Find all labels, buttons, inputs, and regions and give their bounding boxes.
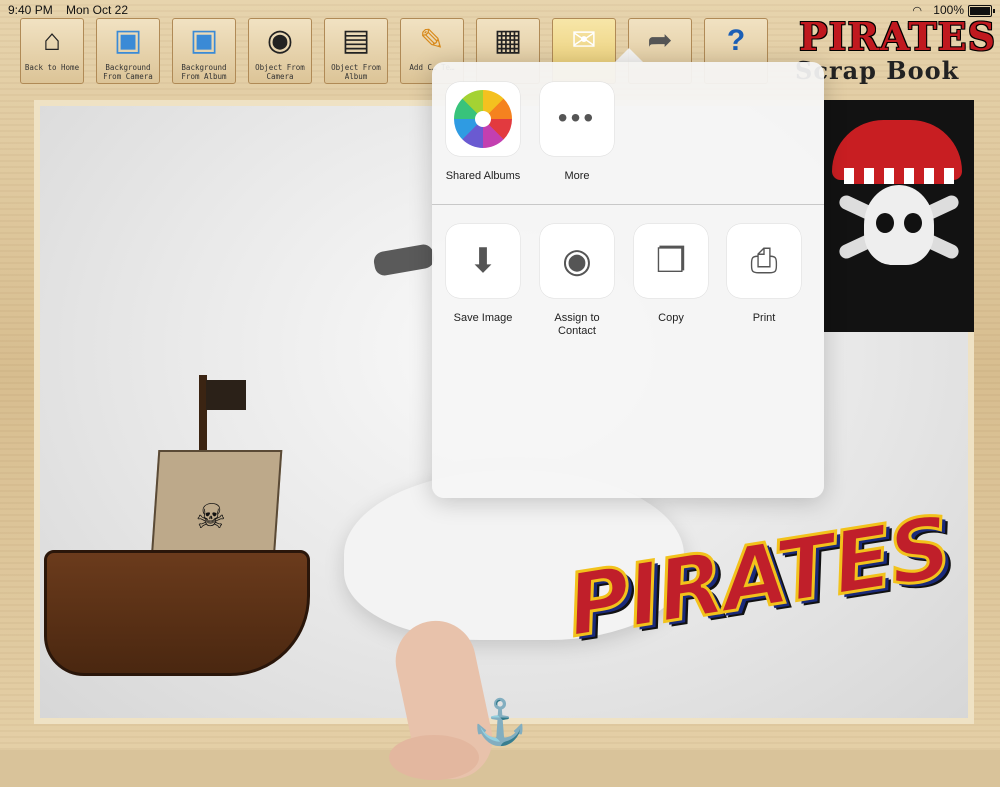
share-sheet: Shared Albums ••• More ⬇ Save Image ◉ As… bbox=[432, 62, 824, 498]
status-date: Mon Oct 22 bbox=[66, 3, 129, 17]
help-book-icon: ? bbox=[726, 24, 746, 57]
status-time: 9:40 PM bbox=[8, 3, 53, 17]
action-label: Copy bbox=[658, 312, 684, 324]
copy-icon: ❐ bbox=[634, 224, 708, 298]
action-label: Print bbox=[752, 312, 776, 324]
back-to-home-button[interactable]: ⌂ Back to Home bbox=[20, 18, 84, 84]
object-from-camera-button[interactable]: ◉ Object From Camera bbox=[248, 18, 312, 84]
action-label: Save Image bbox=[453, 312, 513, 324]
object-from-album-button[interactable]: ▤ Object From Album bbox=[324, 18, 388, 84]
pirate-ship-sticker[interactable]: ☠ bbox=[34, 370, 354, 715]
popover-arrow bbox=[615, 48, 643, 62]
download-icon: ⬇ bbox=[446, 224, 520, 298]
house-icon: ⌂ bbox=[42, 24, 62, 57]
sheet-divider bbox=[432, 204, 824, 205]
share-target-shared-albums[interactable]: Shared Albums bbox=[438, 82, 528, 183]
tool-label: Back to Home bbox=[24, 63, 80, 72]
anchor-icon: ⚓ bbox=[472, 698, 528, 747]
share-target-label: Shared Albums bbox=[445, 170, 521, 182]
tool-label: Background From Camera bbox=[103, 63, 153, 81]
printer-icon: ⎙ bbox=[727, 224, 801, 298]
contact-icon: ◉ bbox=[540, 224, 614, 298]
photos-icon bbox=[446, 82, 520, 156]
background-from-camera-button[interactable]: ▣ Background From Camera bbox=[96, 18, 160, 84]
action-assign-to-contact[interactable]: ◉ Assign to Contact bbox=[532, 224, 622, 338]
more-dots-icon: ••• bbox=[540, 82, 614, 156]
jolly-roger-flag-sticker[interactable] bbox=[824, 100, 974, 332]
photo-album-icon: ▣ bbox=[189, 24, 219, 57]
pencil-icon: ✎ bbox=[419, 24, 445, 57]
action-copy[interactable]: ❐ Copy bbox=[626, 224, 716, 325]
logo-title: PIRATES bbox=[799, 14, 997, 59]
tool-label: Object From Album bbox=[331, 63, 381, 81]
film-album-icon: ▤ bbox=[341, 24, 371, 57]
action-label: Assign to Contact bbox=[554, 312, 600, 337]
action-print[interactable]: ⎙ Print bbox=[719, 224, 809, 325]
background-from-album-button[interactable]: ▣ Background From Album bbox=[172, 18, 236, 84]
envelope-icon: ✉ bbox=[571, 24, 597, 57]
action-save-image[interactable]: ⬇ Save Image bbox=[438, 224, 528, 325]
tool-label: Background From Album bbox=[181, 63, 227, 81]
tool-label: Object From Camera bbox=[255, 63, 305, 81]
sticker-object[interactable] bbox=[372, 242, 436, 278]
floppy-disk-icon: ▦ bbox=[493, 24, 523, 57]
photo-camera-icon: ▣ bbox=[113, 24, 143, 57]
camera-icon: ◉ bbox=[266, 24, 294, 57]
share-target-more[interactable]: ••• More bbox=[532, 82, 622, 183]
share-target-label: More bbox=[564, 170, 590, 182]
